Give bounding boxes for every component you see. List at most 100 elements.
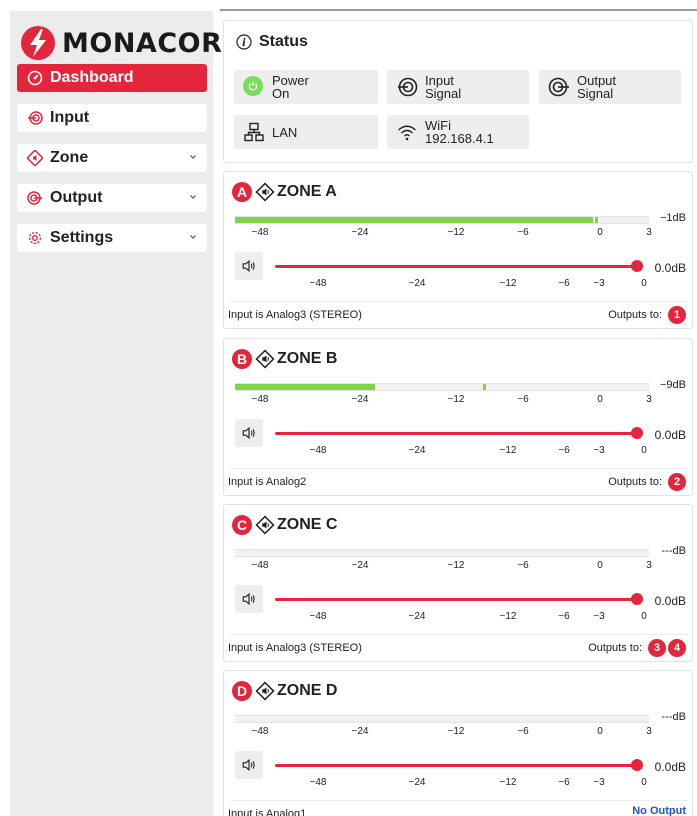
- volume-scale-label: 0: [641, 445, 647, 456]
- volume-scale: −48 −24 −12 −6 −3 0: [224, 278, 694, 290]
- volume-scale-label: −3: [593, 445, 605, 456]
- outputs-label: Outputs to:: [608, 476, 662, 488]
- volume-slider-handle[interactable]: [631, 593, 643, 605]
- chevron-down-icon: [190, 235, 196, 239]
- output-signal-icon: [548, 76, 570, 98]
- zone-letter-badge: C: [232, 515, 252, 535]
- zone-divider: [230, 800, 688, 801]
- volume-slider-handle[interactable]: [631, 260, 643, 272]
- volume-slider-handle[interactable]: [631, 759, 643, 771]
- zone-panel-d: D ZONE D ---dB −48 −24 −12 −6 0 3 0.0dB −48 −24 −12−…: [223, 670, 693, 816]
- volume-scale-label: −3: [593, 777, 605, 788]
- top-edge: [0, 0, 697, 11]
- zone-header: B ZONE B: [232, 349, 337, 369]
- zone-input-text: Input is Analog3 (STEREO): [228, 642, 362, 654]
- chevron-down-icon: [190, 155, 196, 159]
- volume-scale: −48 −24 −12 −6 −3 0: [224, 611, 694, 623]
- output-badge[interactable]: 1: [668, 306, 686, 324]
- mute-button[interactable]: [235, 751, 263, 779]
- meter-scale: −48 −24 −12 −6 0 3: [224, 560, 694, 572]
- meter-db-readout: −9dB: [660, 379, 686, 391]
- zone-header: D ZONE D: [232, 681, 337, 701]
- zone-header: A ZONE A: [232, 182, 337, 202]
- volume-scale-label: −48: [309, 777, 327, 788]
- brand-logo: MONACOR: [20, 25, 222, 61]
- meter-scale-label: −12: [447, 394, 465, 405]
- zone-divider: [230, 634, 688, 635]
- outputs-label: Outputs to:: [588, 642, 642, 654]
- volume-db-readout: 0.0dB: [654, 261, 686, 275]
- zone-speaker-icon: [255, 182, 275, 202]
- zone-speaker-icon: [27, 150, 43, 166]
- level-meter: [235, 715, 649, 723]
- zone-speaker-icon: [255, 681, 275, 701]
- zone-title: ZONE A: [277, 183, 337, 200]
- zone-input-text: Input is Analog1: [228, 808, 307, 816]
- volume-scale-label: −6: [558, 611, 570, 622]
- volume-scale-label: −48: [309, 611, 327, 622]
- level-meter-fill: [235, 217, 593, 223]
- volume-scale-label: −6: [558, 777, 570, 788]
- volume-scale-label: −24: [408, 445, 426, 456]
- meter-scale-label: −6: [517, 560, 529, 571]
- output-badge[interactable]: 4: [668, 639, 686, 657]
- meter-scale-label: −6: [517, 227, 529, 238]
- dashboard-gauge-icon: [27, 70, 43, 86]
- volume-db-readout: 0.0dB: [654, 428, 686, 442]
- mute-button[interactable]: [235, 252, 263, 280]
- sidebar-item-dashboard[interactable]: Dashboard: [17, 64, 207, 92]
- zone-panel-a: A ZONE A −1dB −48 −24 −12 −6 0 3 0.0dB −48 −24 −12 −6…: [223, 171, 693, 329]
- output-badge[interactable]: 3: [648, 639, 666, 657]
- level-meter-fill: [235, 384, 375, 390]
- zone-input-text: Input is Analog3 (STEREO): [228, 309, 362, 321]
- meter-scale-label: −48: [251, 227, 269, 238]
- meter-scale-label: −12: [447, 560, 465, 571]
- volume-db-readout: 0.0dB: [654, 594, 686, 608]
- volume-slider-track[interactable]: [275, 432, 643, 435]
- zone-panel-b: B ZONE B −9dB −48 −24 −12 −6 0 3 0.0dB −48 −24 −12 −6…: [223, 338, 693, 496]
- sidebar-item-output[interactable]: Output: [17, 184, 207, 212]
- meter-scale-label: 3: [646, 560, 652, 571]
- chevron-down-icon: [190, 195, 196, 199]
- output-badge[interactable]: 2: [668, 473, 686, 491]
- volume-slider-track[interactable]: [275, 265, 643, 268]
- lan-icon: [243, 121, 265, 143]
- zone-header: C ZONE C: [232, 515, 337, 535]
- status-tile-input-signal: Input Signal: [387, 70, 529, 104]
- meter-scale-label: 0: [597, 394, 603, 405]
- meter-scale-label: 3: [646, 227, 652, 238]
- sidebar-item-label: Zone: [50, 149, 89, 166]
- status-tile-output-signal: Output Signal: [539, 70, 681, 104]
- zone-panel-c: C ZONE C ---dB −48 −24 −12 −6 0 3 0.0dB −48 −24 −12−…: [223, 504, 693, 662]
- volume-scale-label: −24: [408, 611, 426, 622]
- meter-scale-label: −24: [351, 560, 369, 571]
- svg-text:i: i: [242, 38, 246, 49]
- meter-scale-label: 3: [646, 394, 652, 405]
- mute-button[interactable]: [235, 419, 263, 447]
- meter-scale: −48 −24 −12 −6 0 3: [224, 726, 694, 738]
- meter-scale-label: −48: [251, 560, 269, 571]
- volume-scale-label: −6: [558, 445, 570, 456]
- sidebar-item-settings[interactable]: Settings: [17, 224, 207, 252]
- meter-scale-label: 3: [646, 726, 652, 737]
- meter-scale-label: −6: [517, 726, 529, 737]
- speaker-volume-icon: [242, 758, 255, 772]
- sidebar-item-input[interactable]: Input: [17, 104, 207, 132]
- meter-scale: −48 −24 −12 −6 0 3: [224, 394, 694, 406]
- volume-slider-handle[interactable]: [631, 427, 643, 439]
- volume-slider-track[interactable]: [275, 598, 643, 601]
- volume-scale-label: −6: [558, 278, 570, 289]
- zone-divider: [230, 301, 688, 302]
- zone-speaker-icon: [255, 515, 275, 535]
- sidebar-item-label: Input: [50, 109, 90, 126]
- volume-slider-track[interactable]: [275, 764, 643, 767]
- volume-scale-label: 0: [641, 777, 647, 788]
- wifi-icon: [396, 121, 418, 143]
- level-meter: [235, 216, 649, 224]
- volume-scale-label: 0: [641, 278, 647, 289]
- mute-button[interactable]: [235, 585, 263, 613]
- sidebar-item-zone[interactable]: Zone: [17, 144, 207, 172]
- sidebar-item-label: Output: [50, 189, 103, 206]
- meter-scale-label: −24: [351, 726, 369, 737]
- monacor-logo-icon: [21, 26, 55, 60]
